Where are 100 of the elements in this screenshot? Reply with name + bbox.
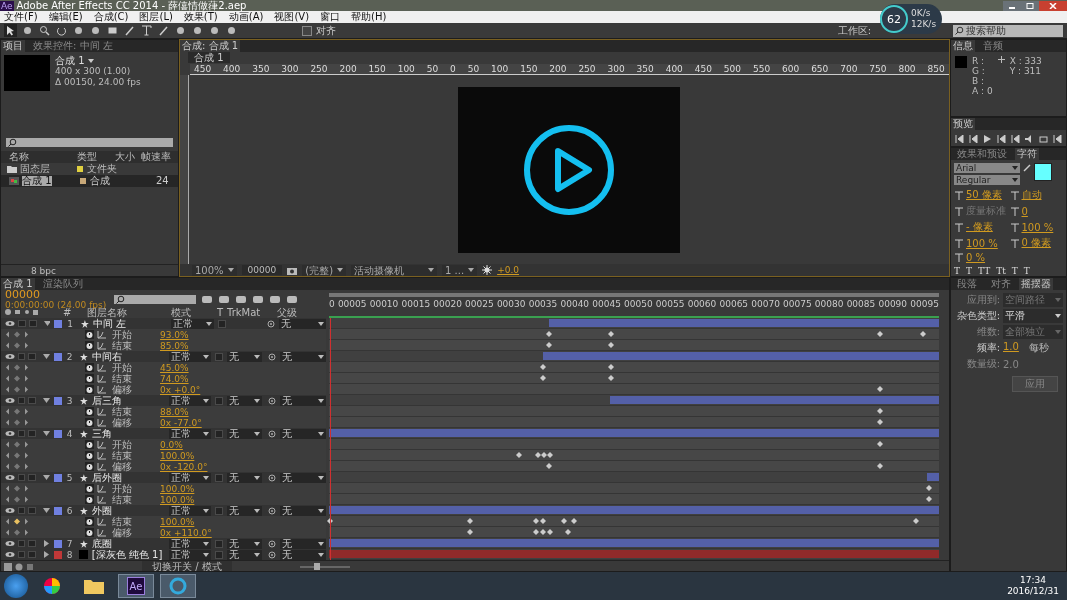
text-style-button[interactable]: T bbox=[966, 266, 973, 276]
parent-dropdown[interactable]: 无 bbox=[279, 505, 326, 516]
stopwatch-icon[interactable] bbox=[85, 517, 94, 526]
visibility-eye-icon[interactable] bbox=[5, 397, 15, 404]
caret-icon[interactable] bbox=[253, 508, 260, 513]
keyframe-navigator-icon[interactable] bbox=[5, 496, 29, 503]
property-value[interactable]: 100.0% bbox=[160, 516, 195, 527]
graph-icon[interactable] bbox=[97, 385, 106, 394]
graph-icon[interactable] bbox=[97, 407, 106, 416]
parent-pickwhip-icon[interactable] bbox=[267, 429, 276, 438]
preserve-transparency-checkbox[interactable] bbox=[215, 506, 224, 515]
menu-item[interactable]: 文件(F) bbox=[4, 11, 38, 23]
caret-icon[interactable] bbox=[203, 431, 210, 436]
column-header[interactable]: 大小 bbox=[115, 151, 141, 163]
composition-breadcrumb[interactable]: 合成 1 bbox=[188, 52, 230, 63]
exposure-value[interactable]: +0.0 bbox=[497, 265, 519, 275]
maximize-button[interactable] bbox=[1021, 0, 1039, 11]
blend-mode-dropdown[interactable]: 正常 bbox=[168, 351, 212, 362]
keyframe-navigator-icon[interactable] bbox=[5, 485, 29, 492]
property-value[interactable]: 45.0% bbox=[160, 362, 189, 373]
text-tool-icon[interactable] bbox=[140, 24, 153, 37]
caret-icon[interactable] bbox=[253, 475, 260, 480]
label-color-swatch[interactable] bbox=[77, 166, 83, 172]
caret-icon[interactable] bbox=[1012, 178, 1018, 182]
layer-name[interactable]: 中间右 bbox=[87, 351, 169, 362]
text-style-button[interactable]: Tt bbox=[996, 266, 1006, 276]
caret-icon[interactable] bbox=[318, 508, 324, 513]
caret-icon[interactable] bbox=[428, 268, 435, 272]
stopwatch-icon[interactable] bbox=[85, 385, 94, 394]
panel-tab[interactable]: 效果控件: 中间 左 bbox=[27, 40, 119, 52]
label-color-swatch[interactable] bbox=[53, 352, 62, 361]
blend-mode-dropdown[interactable]: 正常 bbox=[168, 472, 212, 483]
property-value[interactable]: 0x +0.0° bbox=[160, 384, 201, 395]
keyframe-icon[interactable] bbox=[877, 463, 884, 469]
text-style-button[interactable]: T bbox=[1011, 266, 1018, 276]
collapsed-triangle-icon[interactable] bbox=[43, 540, 50, 547]
eyedropper-icon[interactable] bbox=[1023, 163, 1032, 172]
lock-toggle[interactable] bbox=[28, 353, 37, 360]
layer-name[interactable]: 三角 bbox=[87, 428, 169, 439]
keyframe-icon[interactable] bbox=[919, 331, 926, 337]
fill-color-swatch[interactable] bbox=[1034, 163, 1052, 181]
preserve-transparency-checkbox[interactable] bbox=[215, 539, 224, 548]
graph-icon[interactable] bbox=[97, 495, 106, 504]
panel-tab[interactable]: 项目 bbox=[1, 40, 25, 52]
parent-dropdown[interactable]: 无 bbox=[279, 538, 326, 549]
character-value-field[interactable]: 自动 bbox=[1021, 188, 1042, 202]
caret-icon[interactable] bbox=[1012, 166, 1018, 170]
stopwatch-icon[interactable] bbox=[85, 330, 94, 339]
track-matte-dropdown[interactable]: 无 bbox=[227, 505, 262, 516]
preserve-transparency-checkbox[interactable] bbox=[215, 429, 224, 438]
property-value[interactable]: 0x +110.0° bbox=[160, 527, 212, 538]
graph-icon[interactable] bbox=[97, 363, 106, 372]
parent-dropdown[interactable]: 无 bbox=[278, 318, 326, 329]
timeline-tab[interactable]: 合成 1 bbox=[1, 278, 35, 290]
panel-tab[interactable]: 字符 bbox=[1015, 148, 1039, 160]
column-header[interactable]: 类型 bbox=[77, 151, 115, 163]
start-button[interactable] bbox=[4, 574, 28, 598]
project-item-row[interactable]: 合成 1 合成 24 bbox=[1, 175, 178, 187]
caret-icon[interactable] bbox=[203, 508, 210, 513]
character-value-field[interactable]: 0 像素 bbox=[1021, 236, 1052, 250]
parent-dropdown[interactable]: 无 bbox=[279, 395, 326, 406]
lock-toggle[interactable] bbox=[28, 507, 37, 514]
lock-toggle[interactable] bbox=[28, 320, 37, 327]
graph-icon[interactable] bbox=[97, 374, 106, 383]
stopwatch-icon[interactable] bbox=[85, 462, 94, 471]
caret-icon[interactable] bbox=[318, 354, 324, 359]
visibility-eye-icon[interactable] bbox=[5, 320, 15, 327]
keyframe-navigator-icon[interactable] bbox=[5, 375, 29, 382]
caret-icon[interactable] bbox=[87, 58, 94, 63]
character-value-field[interactable]: 50 像素 bbox=[966, 188, 1002, 202]
caret-icon[interactable] bbox=[317, 321, 324, 326]
expanded-triangle-icon[interactable] bbox=[43, 507, 50, 514]
preserve-transparency-checkbox[interactable] bbox=[215, 352, 224, 361]
property-value[interactable]: 85.0% bbox=[160, 340, 189, 351]
menu-item[interactable]: 图层(L) bbox=[139, 11, 173, 23]
track-matte-dropdown[interactable]: 无 bbox=[227, 549, 262, 560]
label-color-swatch[interactable] bbox=[80, 178, 86, 184]
lock-toggle[interactable] bbox=[28, 397, 37, 404]
keyframe-navigator-icon[interactable] bbox=[5, 518, 29, 525]
collapsed-triangle-icon[interactable] bbox=[43, 551, 50, 558]
camera-snapshot-icon[interactable] bbox=[287, 265, 298, 275]
keyframe-icon[interactable] bbox=[877, 441, 884, 447]
visibility-eye-icon[interactable] bbox=[5, 474, 15, 481]
character-value-field[interactable]: 100 % bbox=[966, 237, 998, 249]
track-matte-dropdown[interactable]: 无 bbox=[227, 428, 262, 439]
panel-tab[interactable]: 信息 bbox=[951, 40, 975, 52]
solo-toggle[interactable] bbox=[17, 474, 26, 481]
expanded-triangle-icon[interactable] bbox=[43, 474, 50, 481]
label-color-swatch[interactable] bbox=[53, 506, 62, 515]
caret-icon[interactable] bbox=[203, 475, 210, 480]
graph-icon[interactable] bbox=[97, 451, 106, 460]
snap-checkbox[interactable] bbox=[302, 25, 312, 36]
lock-toggle[interactable] bbox=[28, 474, 37, 481]
resolution-dropdown[interactable]: (完整) bbox=[302, 264, 347, 276]
visibility-eye-icon[interactable] bbox=[5, 540, 15, 547]
stopwatch-icon[interactable] bbox=[85, 495, 94, 504]
zoom-dropdown[interactable]: 100% bbox=[192, 264, 237, 276]
bit-depth-button[interactable]: 8 bpc bbox=[31, 265, 56, 276]
font-style-dropdown[interactable]: Regular bbox=[954, 175, 1020, 185]
preserve-transparency-checkbox[interactable] bbox=[215, 396, 224, 405]
